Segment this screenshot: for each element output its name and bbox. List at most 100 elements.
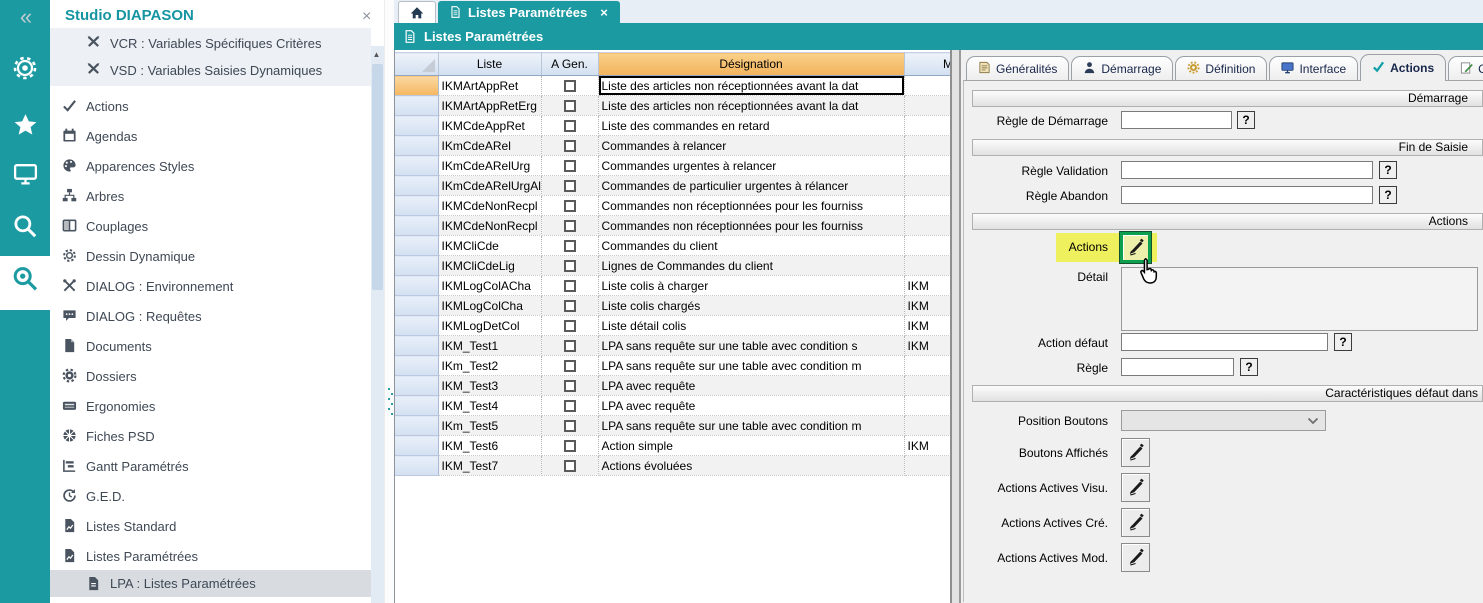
agen-cell[interactable]	[541, 236, 598, 256]
liste-cell[interactable]: IKMCdeAppRet	[438, 116, 541, 136]
wheel-icon[interactable]	[0, 55, 50, 81]
row-selector-cell[interactable]	[395, 276, 438, 296]
action-edit-button[interactable]	[1121, 508, 1150, 537]
agen-cell[interactable]	[541, 136, 598, 156]
checkbox-unchecked[interactable]	[564, 260, 576, 272]
row-selector-cell[interactable]	[395, 156, 438, 176]
row-selector-cell[interactable]	[395, 236, 438, 256]
panel-tab-actions[interactable]: Actions	[1360, 54, 1446, 81]
mot-directeur-cell[interactable]	[904, 356, 950, 376]
liste-cell[interactable]: IKmCdeARelUrgAl	[438, 176, 541, 196]
sidebar-item[interactable]: VSD : Variables Saisies Dynamiques	[50, 58, 371, 82]
designation-cell[interactable]: Liste des articles non réceptionnées ava…	[598, 96, 904, 116]
agen-cell[interactable]	[541, 156, 598, 176]
mot-directeur-cell[interactable]	[904, 216, 950, 236]
collapse-sidebar-icon[interactable]: «	[0, 4, 50, 30]
checkbox-unchecked[interactable]	[564, 440, 576, 452]
table-row[interactable]: IKmCdeARelCommandes à relancer	[395, 136, 950, 156]
checkbox-unchecked[interactable]	[564, 200, 576, 212]
liste-cell[interactable]: IKMCdeNonRecpl	[438, 196, 541, 216]
row-selector-cell[interactable]	[395, 76, 438, 96]
sidebar-scrollbar-thumb[interactable]	[372, 64, 383, 290]
checkbox-unchecked[interactable]	[564, 80, 576, 92]
table-row[interactable]: IKmCdeARelUrgAl Commandes de particulier …	[395, 176, 950, 196]
table-row[interactable]: IKMLogColCha Liste colis chargésIKM	[395, 296, 950, 316]
action-defaut-help-button[interactable]: ?	[1334, 333, 1352, 351]
column-header-agen[interactable]: A Gen.	[541, 53, 598, 76]
row-selector-cell[interactable]	[395, 436, 438, 456]
row-selector-cell[interactable]	[395, 356, 438, 376]
table-row[interactable]: IKMCdeNonRecpl Commandes non réceptionnée…	[395, 196, 950, 216]
agen-cell[interactable]	[541, 96, 598, 116]
mot-directeur-cell[interactable]	[904, 96, 950, 116]
row-selector-cell[interactable]	[395, 116, 438, 136]
mot-directeur-cell[interactable]	[904, 236, 950, 256]
mot-directeur-cell[interactable]	[904, 396, 950, 416]
mot-directeur-cell[interactable]	[904, 156, 950, 176]
liste-cell[interactable]: IKM_Test4	[438, 396, 541, 416]
table-row[interactable]: IKMCliCdeCommandes du client	[395, 236, 950, 256]
table-row[interactable]: IKMLogColAChaListe colis à chargerIKM	[395, 276, 950, 296]
designation-cell[interactable]: LPA avec requête	[598, 376, 904, 396]
sidebar-item[interactable]: DIALOG : Requêtes	[50, 304, 371, 328]
sidebar-item[interactable]: Listes Paramétrées	[50, 544, 371, 568]
sidebar-item[interactable]: Fiches PSD	[50, 424, 371, 448]
agen-cell[interactable]	[541, 376, 598, 396]
regle-validation-help-button[interactable]: ?	[1379, 161, 1397, 179]
designation-cell[interactable]: LPA sans requête sur une table avec cond…	[598, 356, 904, 376]
row-selector-cell[interactable]	[395, 376, 438, 396]
sidebar-item[interactable]: Apparences Styles	[50, 154, 371, 178]
mot-directeur-cell[interactable]: IKM	[904, 296, 950, 316]
agen-cell[interactable]	[541, 216, 598, 236]
monitor-icon[interactable]	[0, 160, 50, 187]
mot-directeur-cell[interactable]	[904, 136, 950, 156]
designation-cell[interactable]: LPA avec requête	[598, 396, 904, 416]
table-row[interactable]: IKm_Test2LPA sans requête sur une table …	[395, 356, 950, 376]
agen-cell[interactable]	[541, 196, 598, 216]
panel-tab-co[interactable]: Co	[1448, 56, 1483, 81]
designation-cell[interactable]: Commandes non réceptionnées pour les fou…	[598, 196, 904, 216]
row-selector-cell[interactable]	[395, 96, 438, 116]
table-row[interactable]: IKMCdeAppRetListe des commandes en retar…	[395, 116, 950, 136]
row-selector-cell[interactable]	[395, 296, 438, 316]
sidebar-item[interactable]: Dessin Dynamique	[50, 244, 371, 268]
liste-cell[interactable]: IKM_Test3	[438, 376, 541, 396]
liste-cell[interactable]: IKM_Test6	[438, 436, 541, 456]
checkbox-unchecked[interactable]	[564, 180, 576, 192]
checkbox-unchecked[interactable]	[564, 360, 576, 372]
table-row[interactable]: IKM_Test4 LPA avec requête	[395, 396, 950, 416]
agen-cell[interactable]	[541, 296, 598, 316]
sidebar-item[interactable]: VCR : Variables Spécifiques Critères	[50, 31, 371, 55]
sidebar-item[interactable]: Dossiers	[50, 364, 371, 388]
table-row[interactable]: IKMCliCdeLigLignes de Commandes du clien…	[395, 256, 950, 276]
sidebar-item[interactable]: Gantt Paramétrés	[50, 454, 371, 478]
checkbox-unchecked[interactable]	[564, 240, 576, 252]
checkbox-unchecked[interactable]	[564, 100, 576, 112]
designation-cell[interactable]: Liste des articles non réceptionnées ava…	[598, 76, 904, 96]
table-row[interactable]: IKM_Test3 LPA avec requête	[395, 376, 950, 396]
sidebar-item[interactable]: Agendas	[50, 124, 371, 148]
grid-corner-header[interactable]	[395, 53, 438, 76]
agen-cell[interactable]	[541, 76, 598, 96]
star-icon[interactable]	[0, 112, 50, 139]
table-row[interactable]: IKM_Test6Action simpleIKM	[395, 436, 950, 456]
detail-textarea[interactable]	[1121, 267, 1478, 331]
sidebar-item[interactable]: Ergonomies	[50, 394, 371, 418]
action-defaut-input[interactable]	[1121, 333, 1328, 351]
liste-cell[interactable]: IKm_Test5	[438, 416, 541, 436]
designation-cell[interactable]: Liste colis chargés	[598, 296, 904, 316]
regle-abandon-input[interactable]	[1121, 186, 1373, 204]
liste-cell[interactable]: IKMLogColCha	[438, 296, 541, 316]
tab-listes-parametrees[interactable]: Listes Paramétrées ×	[438, 1, 620, 23]
designation-cell[interactable]: Commandes de particulier urgentes à réla…	[598, 176, 904, 196]
checkbox-unchecked[interactable]	[564, 400, 576, 412]
agen-cell[interactable]	[541, 456, 598, 476]
checkbox-unchecked[interactable]	[564, 380, 576, 392]
position-boutons-select[interactable]	[1121, 410, 1326, 431]
table-row[interactable]: IKMArtAppRetErgListe des articles non ré…	[395, 96, 950, 116]
agen-cell[interactable]	[541, 276, 598, 296]
mot-directeur-cell[interactable]	[904, 176, 950, 196]
actions-edit-button[interactable]	[1120, 232, 1151, 263]
agen-cell[interactable]	[541, 396, 598, 416]
table-row[interactable]: IKm_Test5LPA sans requête sur une table …	[395, 416, 950, 436]
